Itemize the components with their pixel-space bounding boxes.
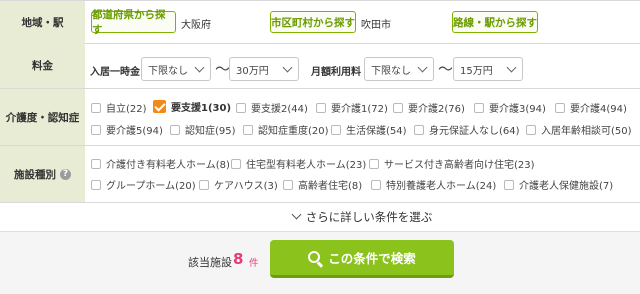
chevron-down-icon	[506, 62, 517, 73]
checkbox[interactable]	[243, 124, 253, 135]
prefecture-search-button[interactable]: 都道府県から探す	[91, 9, 176, 36]
fee-label: 料金	[0, 43, 85, 88]
care-option[interactable]: 認知症重度(20)	[243, 122, 329, 137]
checkbox[interactable]	[331, 124, 341, 135]
checkbox[interactable]	[414, 124, 424, 135]
care-option[interactable]: 生活保護(54)	[331, 122, 407, 137]
help-icon[interactable]: ?	[60, 168, 71, 180]
facility-label: 施設種別 ?	[0, 146, 85, 202]
checkbox-checked[interactable]	[153, 100, 166, 113]
care-option[interactable]: 要介護5(94)	[91, 122, 163, 137]
care-option[interactable]: 自立(22)	[91, 100, 147, 115]
checkbox[interactable]	[526, 124, 536, 135]
entry-fee-range-separator: 〜	[215, 60, 231, 78]
checkbox[interactable]	[393, 102, 403, 113]
checkbox[interactable]	[199, 179, 209, 190]
checkbox[interactable]	[316, 102, 326, 113]
monthly-fee-min-select[interactable]: 下限なし	[364, 57, 434, 81]
facility-option[interactable]: 介護付き有料老人ホーム(8)	[91, 156, 230, 171]
facility-option[interactable]: グループホーム(20)	[91, 177, 196, 192]
checkbox[interactable]	[236, 102, 246, 113]
monthly-fee-range-separator: 〜	[438, 60, 454, 78]
search-button-label: この条件で検索	[328, 251, 416, 266]
care-option[interactable]: 要介護4(94)	[555, 100, 627, 115]
facility-label-text: 施設種別	[14, 168, 56, 181]
checkbox[interactable]	[91, 124, 101, 135]
checkbox[interactable]	[91, 102, 101, 113]
area-row: 地域・駅 都道府県から探す 大阪府 市区町村から探す 吹田市 路線・駅から探す	[0, 0, 640, 44]
chevron-down-icon	[194, 62, 205, 73]
care-row: 介護度・認知症	[0, 89, 640, 146]
entry-fee-max-select[interactable]: 30万円	[229, 57, 299, 81]
chevron-down-icon	[417, 62, 428, 73]
care-option[interactable]: 要介護2(76)	[393, 100, 465, 115]
checkbox[interactable]	[504, 179, 514, 190]
search-conditions-panel: 地域・駅 都道府県から探す 大阪府 市区町村から探す 吹田市 路線・駅から探す …	[0, 0, 640, 294]
care-option[interactable]: 要支援2(44)	[236, 100, 308, 115]
entry-fee-max-value: 30万円	[236, 65, 269, 77]
facility-option[interactable]: ケアハウス(3)	[199, 177, 278, 192]
care-label: 介護度・認知症	[0, 89, 85, 145]
facility-option[interactable]: 特別養護老人ホーム(24)	[371, 177, 496, 192]
city-search-button[interactable]: 市区町村から探す	[270, 11, 356, 33]
checkbox[interactable]	[170, 124, 180, 135]
checkbox[interactable]	[91, 158, 101, 169]
search-footer: 該当施設 8 件 この条件で検索	[0, 231, 640, 294]
search-button[interactable]: この条件で検索	[270, 240, 454, 278]
care-option[interactable]: 要介護1(72)	[316, 100, 388, 115]
checkbox[interactable]	[283, 179, 293, 190]
monthly-fee-min-value: 下限なし	[371, 65, 411, 77]
more-conditions-link[interactable]: さらに詳しい条件を選ぶ	[85, 203, 640, 230]
care-option[interactable]: 要支援1(30)	[153, 99, 231, 114]
city-value: 吹田市	[361, 20, 391, 31]
entry-fee-label: 入居一時金	[90, 67, 140, 78]
care-option[interactable]: 要介護3(94)	[474, 100, 546, 115]
chevron-down-icon	[282, 62, 293, 73]
facility-option[interactable]: サービス付き高齢者向け住宅(23)	[369, 156, 535, 171]
monthly-fee-label: 月額利用料	[311, 67, 361, 78]
checkbox[interactable]	[369, 158, 379, 169]
care-option[interactable]: 認知症(95)	[170, 122, 236, 137]
search-icon	[308, 250, 322, 265]
facility-row: 施設種別 ?	[0, 146, 640, 203]
more-conditions-label: さらに詳しい条件を選ぶ	[305, 209, 433, 224]
monthly-fee-max-value: 15万円	[460, 65, 493, 77]
chevron-down-icon	[291, 209, 302, 220]
area-label: 地域・駅	[0, 1, 85, 43]
checkbox[interactable]	[555, 102, 565, 113]
checkbox[interactable]	[371, 179, 381, 190]
care-option[interactable]: 入居年齢相談可(50)	[526, 122, 632, 137]
checkbox[interactable]	[474, 102, 484, 113]
result-count-unit: 件	[249, 258, 259, 269]
entry-fee-min-select[interactable]: 下限なし	[141, 57, 211, 81]
prefecture-value: 大阪府	[181, 20, 211, 31]
facility-option[interactable]: 高齢者住宅(8)	[283, 177, 362, 192]
entry-fee-min-value: 下限なし	[148, 65, 188, 77]
result-count-value: 8	[233, 250, 244, 268]
checkbox[interactable]	[91, 179, 101, 190]
facility-option[interactable]: 住宅型有料老人ホーム(23)	[231, 156, 366, 171]
result-count-label: 該当施設	[188, 256, 232, 269]
facility-option[interactable]: 介護老人保健施設(7)	[504, 177, 613, 192]
care-option[interactable]: 身元保証人なし(64)	[414, 122, 520, 137]
monthly-fee-max-select[interactable]: 15万円	[453, 57, 523, 81]
line-station-search-button[interactable]: 路線・駅から探す	[452, 11, 538, 33]
checkbox[interactable]	[231, 158, 241, 169]
